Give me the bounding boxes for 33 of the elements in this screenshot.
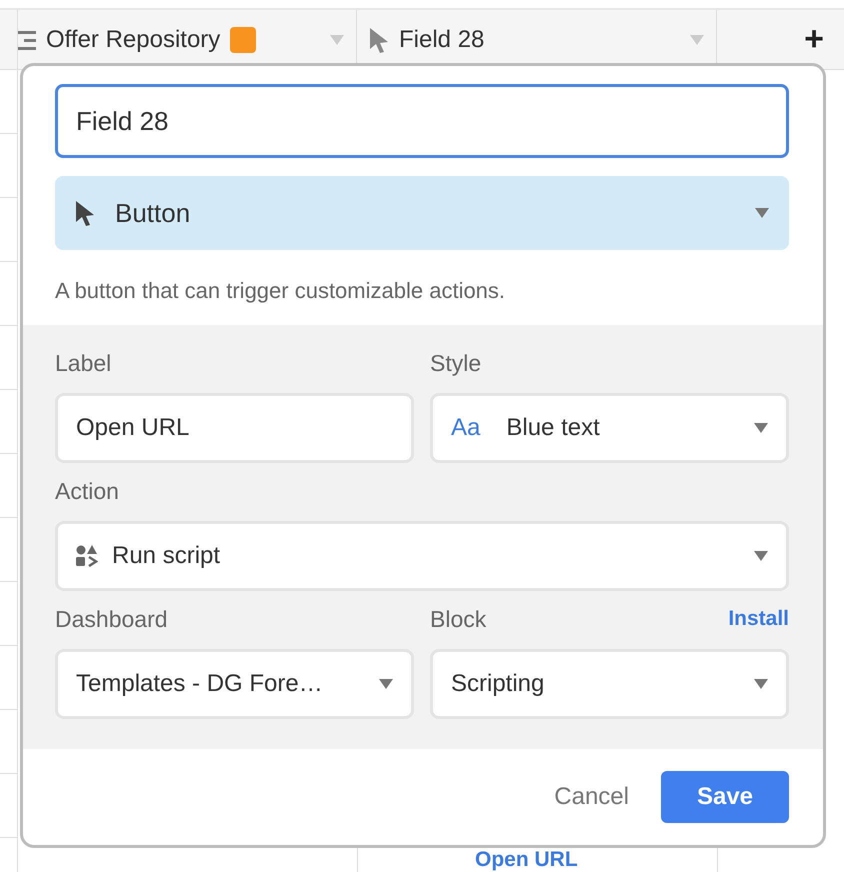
list-icon <box>18 28 36 50</box>
dashboard-dropdown[interactable]: Templates - DG Fore… <box>55 649 414 719</box>
cancel-button[interactable]: Cancel <box>554 779 629 815</box>
field-caption: Label <box>55 349 112 377</box>
field-caption: Block <box>430 605 486 633</box>
dropdown-caret-icon <box>330 34 344 44</box>
field-caption: Action <box>55 477 120 505</box>
field-type-description: A button that can trigger customizable actions. <box>55 277 506 305</box>
block-dropdown[interactable]: Scripting <box>430 649 789 719</box>
dropdown-caret-icon <box>379 679 393 689</box>
field-type-dropdown[interactable]: Button <box>55 176 789 250</box>
style-sample-text: Aa <box>451 413 480 443</box>
field-caption: Style <box>430 349 482 377</box>
dropdown-caret-icon <box>754 679 768 689</box>
dropdown-caret-icon <box>690 34 704 44</box>
column-header[interactable]: Offer Repository <box>46 22 220 58</box>
field-caption: Dashboard <box>55 605 169 633</box>
dropdown-caret-icon <box>754 551 768 561</box>
column-header[interactable]: Field 28 <box>399 22 484 58</box>
save-button[interactable]: Save <box>661 771 789 823</box>
cursor-icon <box>75 200 95 226</box>
label-input[interactable]: Open URL <box>55 393 414 463</box>
field-name-input[interactable]: Field 28 <box>55 84 789 158</box>
style-dropdown[interactable]: Aa Blue text <box>430 393 789 463</box>
install-link[interactable]: Install <box>728 603 789 635</box>
shapes-icon <box>76 545 98 567</box>
dropdown-caret-icon <box>755 208 769 218</box>
action-dropdown[interactable]: Run script <box>55 521 789 591</box>
cursor-icon <box>369 26 389 52</box>
square-emoji-icon <box>230 26 256 52</box>
add-column-button[interactable]: + <box>717 10 844 69</box>
cell-text: Open URL <box>475 849 578 871</box>
dropdown-caret-icon <box>754 423 768 433</box>
